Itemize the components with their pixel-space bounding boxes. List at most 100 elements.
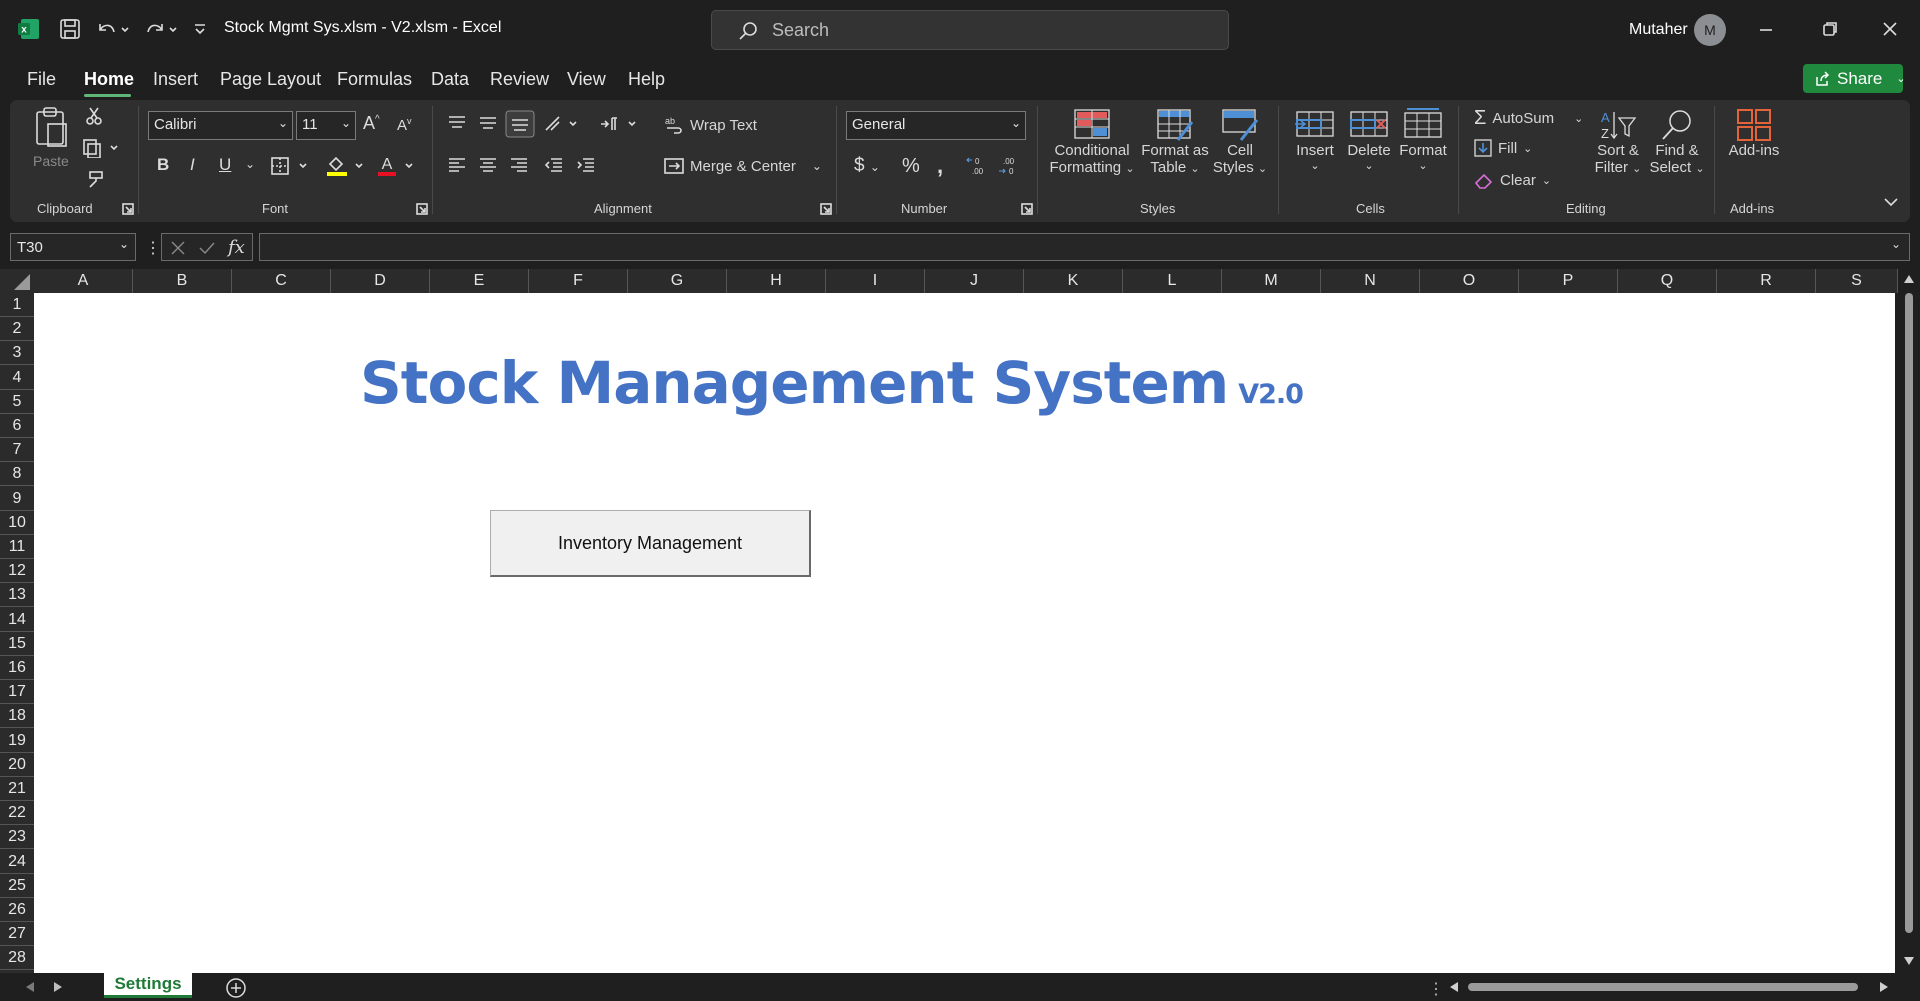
- user-name[interactable]: Mutaher: [1629, 21, 1688, 39]
- insert-function-icon[interactable]: fx: [228, 237, 245, 258]
- currency-icon[interactable]: $ ⌄: [854, 155, 880, 177]
- column-header[interactable]: R: [1717, 269, 1816, 293]
- font-name-select[interactable]: Calibri ⌄: [148, 111, 293, 140]
- row-header[interactable]: 18: [0, 704, 34, 729]
- row-header[interactable]: 20: [0, 753, 34, 777]
- row-header[interactable]: 3: [0, 341, 34, 366]
- row-header[interactable]: 17: [0, 680, 34, 705]
- confirm-entry-icon[interactable]: [198, 240, 216, 256]
- row-header[interactable]: 25: [0, 874, 34, 898]
- column-header[interactable]: K: [1024, 269, 1123, 293]
- cancel-entry-icon[interactable]: [170, 240, 186, 256]
- format-painter-icon[interactable]: [84, 170, 104, 190]
- align-left-icon[interactable]: [446, 156, 468, 174]
- customize-qat-icon[interactable]: [193, 22, 207, 36]
- percent-icon[interactable]: %: [902, 155, 920, 178]
- row-header[interactable]: 2: [0, 317, 34, 342]
- sort-filter-button[interactable]: AZ Sort & Filter ⌄: [1590, 108, 1646, 176]
- tab-data[interactable]: Data: [431, 69, 469, 90]
- select-all-icon[interactable]: [0, 269, 34, 293]
- column-header[interactable]: L: [1123, 269, 1222, 293]
- align-middle-icon[interactable]: [477, 114, 499, 132]
- h-scroll-thumb[interactable]: [1468, 983, 1858, 991]
- chevron-down-icon[interactable]: ⌄: [1891, 237, 1901, 251]
- row-header[interactable]: 13: [0, 583, 34, 608]
- column-header[interactable]: J: [925, 269, 1024, 293]
- column-header[interactable]: I: [826, 269, 925, 293]
- fill-color-icon[interactable]: [325, 154, 367, 178]
- save-icon[interactable]: [59, 18, 81, 40]
- column-header[interactable]: F: [529, 269, 628, 293]
- align-bottom-icon[interactable]: [505, 110, 535, 138]
- row-header[interactable]: 7: [0, 438, 34, 463]
- row-header[interactable]: 6: [0, 414, 34, 438]
- chevron-down-icon[interactable]: ⌄: [245, 157, 255, 171]
- search-box[interactable]: Search: [711, 10, 1229, 50]
- copy-icon[interactable]: [82, 138, 118, 158]
- redo-icon[interactable]: [142, 18, 178, 40]
- column-header[interactable]: B: [133, 269, 232, 293]
- tab-home[interactable]: Home: [84, 69, 134, 90]
- inventory-management-button[interactable]: Inventory Management: [490, 510, 811, 577]
- scroll-right-icon[interactable]: [1880, 982, 1888, 992]
- scroll-up-icon[interactable]: [1904, 275, 1914, 283]
- autosum-button[interactable]: Σ AutoSum ⌄: [1474, 107, 1583, 130]
- close-icon[interactable]: [1882, 21, 1898, 37]
- clipboard-launcher-icon[interactable]: [122, 203, 134, 215]
- text-direction-icon[interactable]: [598, 114, 640, 134]
- row-header[interactable]: 16: [0, 656, 34, 680]
- italic-icon[interactable]: I: [190, 155, 195, 175]
- row-header[interactable]: 12: [0, 559, 34, 584]
- row-header[interactable]: 8: [0, 462, 34, 487]
- tab-insert[interactable]: Insert: [153, 69, 198, 90]
- conditional-formatting-button[interactable]: Conditional Formatting ⌄: [1046, 108, 1138, 176]
- vertical-scrollbar[interactable]: [1898, 269, 1920, 973]
- tab-formulas[interactable]: Formulas: [337, 69, 412, 90]
- cut-icon[interactable]: [84, 106, 104, 126]
- restore-icon[interactable]: [1822, 21, 1838, 37]
- tab-view[interactable]: View: [567, 69, 606, 90]
- comma-style-icon[interactable]: ,: [937, 153, 943, 179]
- paste-button[interactable]: Paste: [33, 153, 69, 169]
- tab-page-layout[interactable]: Page Layout: [220, 69, 321, 90]
- worksheet[interactable]: Stock Management System V2.0 Inventory Ma…: [34, 293, 1895, 973]
- wrap-text-button[interactable]: ab Wrap Text: [664, 115, 757, 135]
- format-cells-button[interactable]: Format ⌄: [1396, 106, 1450, 172]
- font-color-icon[interactable]: A: [376, 154, 418, 178]
- bold-icon[interactable]: B: [157, 155, 169, 175]
- align-center-icon[interactable]: [477, 156, 499, 174]
- decrease-decimal-icon[interactable]: .00 0: [997, 154, 1023, 178]
- prev-sheet-icon[interactable]: [26, 982, 34, 992]
- increase-indent-icon[interactable]: [575, 156, 597, 174]
- font-launcher-icon[interactable]: [416, 203, 428, 215]
- tab-split-icon[interactable]: ⋮: [1428, 979, 1444, 999]
- paste-icon[interactable]: [32, 106, 70, 150]
- column-header[interactable]: E: [430, 269, 529, 293]
- row-header[interactable]: 23: [0, 825, 34, 850]
- delete-cells-button[interactable]: Delete ⌄: [1343, 108, 1395, 172]
- row-header[interactable]: 21: [0, 777, 34, 801]
- column-header[interactable]: S: [1816, 269, 1898, 293]
- tab-file[interactable]: File: [27, 69, 56, 90]
- row-header[interactable]: 26: [0, 898, 34, 922]
- merge-center-button[interactable]: Merge & Center ⌄: [664, 156, 822, 176]
- share-button[interactable]: Share ⌄: [1803, 64, 1906, 93]
- row-header[interactable]: 27: [0, 922, 34, 947]
- row-header[interactable]: 4: [0, 366, 34, 390]
- increase-font-icon[interactable]: A^: [363, 113, 380, 134]
- find-select-button[interactable]: Find & Select ⌄: [1648, 108, 1706, 176]
- collapse-ribbon-icon[interactable]: [1884, 197, 1898, 207]
- add-ins-button[interactable]: Add-ins: [1722, 108, 1786, 159]
- scroll-thumb[interactable]: [1905, 293, 1913, 933]
- column-header[interactable]: D: [331, 269, 430, 293]
- row-header[interactable]: 24: [0, 850, 34, 874]
- tab-help[interactable]: Help: [628, 69, 665, 90]
- tab-review[interactable]: Review: [490, 69, 549, 90]
- clear-button[interactable]: Clear ⌄: [1474, 171, 1551, 189]
- column-header[interactable]: H: [727, 269, 826, 293]
- insert-cells-button[interactable]: Insert ⌄: [1290, 108, 1340, 172]
- minimize-icon[interactable]: [1758, 22, 1774, 38]
- number-launcher-icon[interactable]: [1021, 203, 1033, 215]
- row-header[interactable]: 19: [0, 729, 34, 753]
- sheet-tab-settings[interactable]: Settings: [104, 973, 192, 998]
